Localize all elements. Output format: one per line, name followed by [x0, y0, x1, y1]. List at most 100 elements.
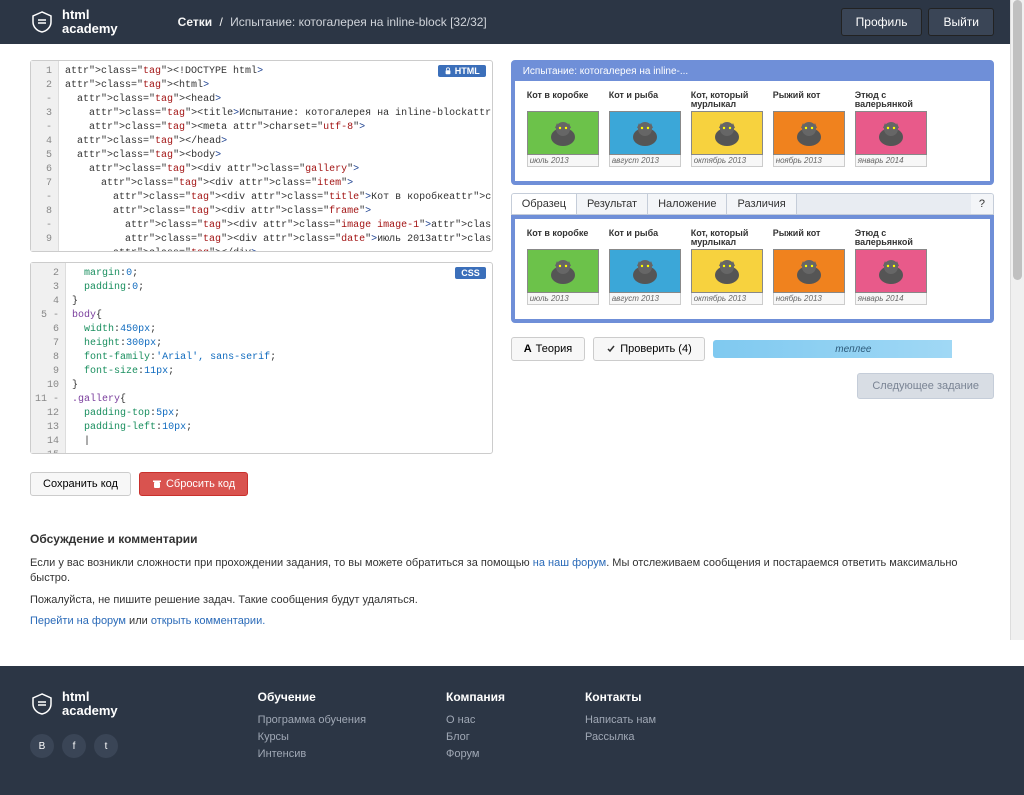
card-image	[527, 111, 599, 155]
card-date: октябрь 2013	[691, 155, 763, 167]
crumb-sep: /	[219, 15, 222, 29]
card-date: январь 2014	[855, 155, 927, 167]
logo[interactable]: html academy	[30, 8, 118, 37]
preview-top-title: Испытание: котогалерея на inline-...	[515, 64, 990, 81]
css-gutter: 2345 -67891011 -12131415161718 -19202122…	[31, 263, 66, 453]
css-badge: CSS	[455, 267, 486, 279]
reset-button[interactable]: Сбросить код	[139, 472, 248, 496]
shield-icon	[30, 10, 54, 34]
card-title: Кот в коробке	[527, 91, 599, 109]
logo-text-bottom: academy	[62, 22, 118, 36]
scrollbar-thumb[interactable]	[1013, 0, 1022, 280]
card-image	[691, 249, 763, 293]
card-image	[773, 249, 845, 293]
logout-button[interactable]: Выйти	[928, 8, 994, 36]
card-title: Кот и рыба	[609, 91, 681, 109]
footer-h-contacts: Контакты	[585, 690, 656, 704]
html-badge: HTML	[438, 65, 486, 77]
gallery-top: Кот в коробкеиюль 2013 Кот и рыба август 2…	[527, 91, 978, 167]
footer-link[interactable]: Форум	[446, 748, 505, 760]
discussion-p2: Пожалуйста, не пишите решение задач. Так…	[30, 593, 994, 608]
profile-button[interactable]: Профиль	[841, 8, 923, 36]
discussion: Обсуждение и комментарии Если у вас возн…	[0, 516, 1024, 666]
social-button[interactable]: t	[94, 734, 118, 758]
gallery-card: Кот, который мурлыкалоктябрь 2013	[691, 91, 763, 167]
gallery-card: Этюд с валерьянкой январь 2014	[855, 91, 927, 167]
social-button[interactable]: В	[30, 734, 54, 758]
footer-logo[interactable]: htmlacademy	[30, 690, 118, 719]
theory-button[interactable]: AТеория	[511, 337, 586, 361]
footer-link[interactable]: Рассылка	[585, 731, 656, 743]
card-image	[773, 111, 845, 155]
card-image	[527, 249, 599, 293]
card-image	[609, 249, 681, 293]
card-title: Рыжий кот	[773, 229, 845, 247]
css-editor[interactable]: CSS 2345 -67891011 -12131415161718 -1920…	[30, 262, 493, 454]
footer-link[interactable]: О нас	[446, 714, 505, 726]
card-date: октябрь 2013	[691, 293, 763, 305]
tab-sample[interactable]: Образец	[512, 194, 577, 214]
card-date: ноябрь 2013	[773, 293, 845, 305]
footer-col-contacts: Контакты Написать нам Рассылка	[585, 690, 656, 765]
footer-link[interactable]: Блог	[446, 731, 505, 743]
social-row: Вft	[30, 734, 178, 758]
card-title: Кот и рыба	[609, 229, 681, 247]
social-button[interactable]: f	[62, 734, 86, 758]
html-editor[interactable]: HTML 12 -3 -4567 -8 -9 -1011 -1213141516…	[30, 60, 493, 252]
logo-text-top: html	[62, 8, 118, 22]
card-title: Этюд с валерьянкой	[855, 91, 927, 109]
footer-col-learn: Обучение Программа обученияКурсыИнтенсив	[258, 690, 366, 765]
next-task-button[interactable]: Следующее задание	[857, 373, 994, 399]
footer-link[interactable]: Интенсив	[258, 748, 366, 760]
card-image	[855, 249, 927, 293]
save-button[interactable]: Сохранить код	[30, 472, 131, 496]
card-title: Кот, который мурлыкал	[691, 229, 763, 247]
tab-result[interactable]: Результат	[577, 194, 648, 214]
editor-controls: Сохранить код Сбросить код	[30, 472, 493, 496]
tab-diff[interactable]: Различия	[727, 194, 796, 214]
check-button[interactable]: Проверить (4)	[593, 337, 705, 361]
footer: htmlacademy Вft Обучение Программа обуче…	[0, 666, 1024, 795]
gallery-bottom: Кот в коробке июль 2013 Кот и рыба август 2…	[527, 229, 978, 305]
card-title: Этюд с валерьянкой	[855, 229, 927, 247]
gallery-card: Кот и рыба август 2013	[609, 229, 681, 305]
bottom-controls: AТеория Проверить (4) теплее	[511, 337, 994, 361]
card-date: август 2013	[609, 293, 681, 305]
card-date: июль 2013	[527, 293, 599, 305]
html-gutter: 12 -3 -4567 -8 -9 -1011 -1213141516 -171…	[31, 61, 59, 251]
main: HTML 12 -3 -4567 -8 -9 -1011 -1213141516…	[0, 44, 1024, 516]
goto-forum-link[interactable]: Перейти на форум	[30, 615, 126, 627]
card-date: август 2013	[609, 155, 681, 167]
preview-bottom: Кот в коробке июль 2013 Кот и рыба август 2…	[511, 215, 994, 323]
check-icon	[606, 344, 616, 354]
gallery-card: Кот в коробкеиюль 2013	[527, 91, 599, 167]
shield-icon	[30, 692, 54, 716]
footer-link[interactable]: Программа обучения	[258, 714, 366, 726]
crumb-root[interactable]: Сетки	[178, 15, 212, 29]
forum-link[interactable]: на наш форум	[533, 557, 606, 569]
card-title: Кот в коробке	[527, 229, 599, 247]
tab-help[interactable]: ?	[971, 194, 993, 214]
footer-link[interactable]: Курсы	[258, 731, 366, 743]
card-image	[691, 111, 763, 155]
card-image	[609, 111, 681, 155]
footer-logo-col: htmlacademy Вft	[30, 690, 178, 765]
open-comments-link[interactable]: открыть комментарии.	[151, 615, 265, 627]
breadcrumb: Сетки / Испытание: котогалерея на inline…	[178, 15, 487, 29]
discussion-heading: Обсуждение и комментарии	[30, 532, 994, 546]
footer-col-company: Компания О насБлогФорум	[446, 690, 505, 765]
discussion-p1: Если у вас возникли сложности при прохож…	[30, 556, 994, 587]
card-image	[855, 111, 927, 155]
css-code[interactable]: margin:0; padding:0; } body{ width:450px…	[66, 263, 492, 453]
progress-bar: теплее	[713, 340, 994, 358]
trash-icon	[152, 479, 162, 489]
scrollbar[interactable]	[1010, 0, 1024, 640]
preview-top: Испытание: котогалерея на inline-... Кот…	[511, 60, 994, 185]
footer-link[interactable]: Написать нам	[585, 714, 656, 726]
card-title: Рыжий кот	[773, 91, 845, 109]
html-code[interactable]: attr">class="tag"><!DOCTYPE html> attr">…	[59, 61, 492, 251]
gallery-card: Кот, который мурлыкал октябрь 2013	[691, 229, 763, 305]
tab-overlay[interactable]: Наложение	[648, 194, 727, 214]
discussion-p3: Перейти на форум или открыть комментарии…	[30, 614, 994, 629]
preview-column: Испытание: котогалерея на inline-... Кот…	[511, 60, 994, 496]
